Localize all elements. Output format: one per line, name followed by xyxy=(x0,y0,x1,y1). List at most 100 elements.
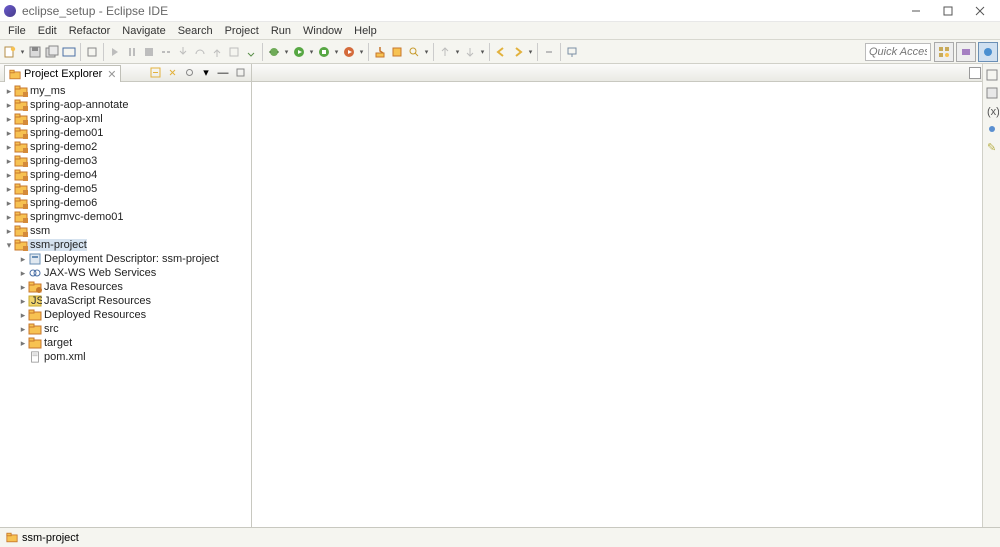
project-row[interactable]: ▸my_ms xyxy=(0,84,251,98)
forward-button[interactable] xyxy=(510,44,526,60)
editor-minimize-button[interactable] xyxy=(969,67,981,79)
expand-arrow-icon[interactable]: ▸ xyxy=(4,142,14,153)
search-button[interactable] xyxy=(406,44,422,60)
breakpoints-view-icon[interactable] xyxy=(985,122,999,136)
menu-navigate[interactable]: Navigate xyxy=(116,23,171,39)
disconnect-icon[interactable] xyxy=(158,44,174,60)
step-into-icon[interactable] xyxy=(175,44,191,60)
pause-icon[interactable] xyxy=(124,44,140,60)
project-child-row[interactable]: pom.xml xyxy=(0,350,251,364)
minimize-button[interactable] xyxy=(900,2,932,20)
step-return-icon[interactable] xyxy=(209,44,225,60)
new-dropdown-icon[interactable]: ▾ xyxy=(19,48,26,56)
forward-dropdown-icon[interactable]: ▾ xyxy=(527,48,534,56)
build-button[interactable] xyxy=(84,44,100,60)
project-row[interactable]: ▸spring-demo01 xyxy=(0,126,251,140)
menu-search[interactable]: Search xyxy=(172,23,219,39)
project-tree[interactable]: ▸my_ms▸spring-aop-annotate▸spring-aop-xm… xyxy=(0,82,251,527)
menu-refactor[interactable]: Refactor xyxy=(63,23,117,39)
annotation-next-button[interactable] xyxy=(462,44,478,60)
coverage-dropdown-icon[interactable]: ▾ xyxy=(333,48,340,56)
outline-view-icon[interactable] xyxy=(985,68,999,82)
last-edit-button[interactable] xyxy=(541,44,557,60)
javaee-perspective-button[interactable] xyxy=(978,42,998,62)
debug-button[interactable] xyxy=(266,44,282,60)
expand-arrow-icon[interactable]: ▸ xyxy=(18,310,28,321)
ext-tools-button[interactable] xyxy=(341,44,357,60)
expressions-view-icon[interactable]: ✎ xyxy=(985,140,999,154)
project-row[interactable]: ▸spring-demo6 xyxy=(0,196,251,210)
annotation-next-dropdown-icon[interactable]: ▾ xyxy=(479,48,486,56)
new-server-button[interactable] xyxy=(372,44,388,60)
quick-access-input[interactable] xyxy=(865,43,931,61)
run-dropdown-icon[interactable]: ▾ xyxy=(308,48,315,56)
close-view-icon[interactable]: ✕ xyxy=(107,68,116,81)
menu-help[interactable]: Help xyxy=(348,23,383,39)
link-editor-button[interactable] xyxy=(165,66,179,80)
expand-arrow-icon[interactable]: ▸ xyxy=(4,86,14,97)
expand-arrow-icon[interactable]: ▸ xyxy=(4,156,14,167)
stop-icon[interactable] xyxy=(141,44,157,60)
drop-frame-icon[interactable] xyxy=(226,44,242,60)
focus-task-button[interactable] xyxy=(182,66,196,80)
open-perspective-button[interactable] xyxy=(934,42,954,62)
open-task-button[interactable] xyxy=(389,44,405,60)
expand-arrow-icon[interactable]: ▸ xyxy=(4,170,14,181)
project-child-row[interactable]: ▸target xyxy=(0,336,251,350)
save-button[interactable] xyxy=(27,44,43,60)
minimize-view-button[interactable]: — xyxy=(216,66,230,80)
step-filters-icon[interactable] xyxy=(243,44,259,60)
project-row[interactable]: ▸springmvc-demo01 xyxy=(0,210,251,224)
expand-arrow-icon[interactable]: ▸ xyxy=(18,268,28,279)
resume-icon[interactable] xyxy=(107,44,123,60)
expand-arrow-icon[interactable]: ▸ xyxy=(18,338,28,349)
project-child-row[interactable]: ▸Deployed Resources xyxy=(0,308,251,322)
project-row-selected[interactable]: ▾ssm-project xyxy=(0,238,251,252)
expand-arrow-icon[interactable]: ▸ xyxy=(18,282,28,293)
project-child-row[interactable]: ▸Java Resources xyxy=(0,280,251,294)
expand-arrow-icon[interactable]: ▸ xyxy=(4,184,14,195)
expand-arrow-icon[interactable]: ▸ xyxy=(4,100,14,111)
project-row[interactable]: ▸spring-demo5 xyxy=(0,182,251,196)
save-all-button[interactable] xyxy=(44,44,60,60)
close-button[interactable] xyxy=(964,2,996,20)
expand-arrow-icon[interactable]: ▸ xyxy=(18,324,28,335)
new-button[interactable] xyxy=(2,44,18,60)
project-row[interactable]: ▸spring-demo3 xyxy=(0,154,251,168)
menu-edit[interactable]: Edit xyxy=(32,23,63,39)
task-list-view-icon[interactable] xyxy=(985,86,999,100)
menu-run[interactable]: Run xyxy=(265,23,297,39)
project-child-row[interactable]: ▸src xyxy=(0,322,251,336)
expand-arrow-icon[interactable]: ▸ xyxy=(4,212,14,223)
project-child-row[interactable]: ▸JSJavaScript Resources xyxy=(0,294,251,308)
expand-arrow-icon[interactable]: ▸ xyxy=(18,254,28,265)
debug-dropdown-icon[interactable]: ▾ xyxy=(283,48,290,56)
project-row[interactable]: ▸spring-aop-xml xyxy=(0,112,251,126)
expand-arrow-icon[interactable]: ▸ xyxy=(4,198,14,209)
expand-arrow-icon[interactable]: ▸ xyxy=(4,128,14,139)
project-row[interactable]: ▸spring-aop-annotate xyxy=(0,98,251,112)
project-explorer-tab[interactable]: Project Explorer ✕ xyxy=(4,65,121,82)
project-row[interactable]: ▸spring-demo4 xyxy=(0,168,251,182)
project-child-row[interactable]: ▸Deployment Descriptor: ssm-project xyxy=(0,252,251,266)
menu-file[interactable]: File xyxy=(2,23,32,39)
expand-arrow-icon[interactable]: ▸ xyxy=(4,114,14,125)
maximize-button[interactable] xyxy=(932,2,964,20)
project-child-row[interactable]: ▸JAX-WS Web Services xyxy=(0,266,251,280)
menu-window[interactable]: Window xyxy=(297,23,348,39)
back-button[interactable] xyxy=(493,44,509,60)
project-row[interactable]: ▸ssm xyxy=(0,224,251,238)
view-menu-button[interactable]: ▾ xyxy=(199,66,213,80)
expand-arrow-icon[interactable]: ▸ xyxy=(4,226,14,237)
coverage-button[interactable] xyxy=(316,44,332,60)
expand-arrow-icon[interactable]: ▸ xyxy=(18,296,28,307)
step-over-icon[interactable] xyxy=(192,44,208,60)
search-dropdown-icon[interactable]: ▾ xyxy=(423,48,430,56)
collapse-all-button[interactable] xyxy=(148,66,162,80)
annotation-prev-dropdown-icon[interactable]: ▾ xyxy=(454,48,461,56)
variables-view-icon[interactable]: (x) xyxy=(985,104,999,118)
collapse-arrow-icon[interactable]: ▾ xyxy=(4,240,14,251)
maximize-view-button[interactable] xyxy=(233,66,247,80)
ext-tools-dropdown-icon[interactable]: ▾ xyxy=(358,48,365,56)
pin-editor-button[interactable] xyxy=(564,44,580,60)
